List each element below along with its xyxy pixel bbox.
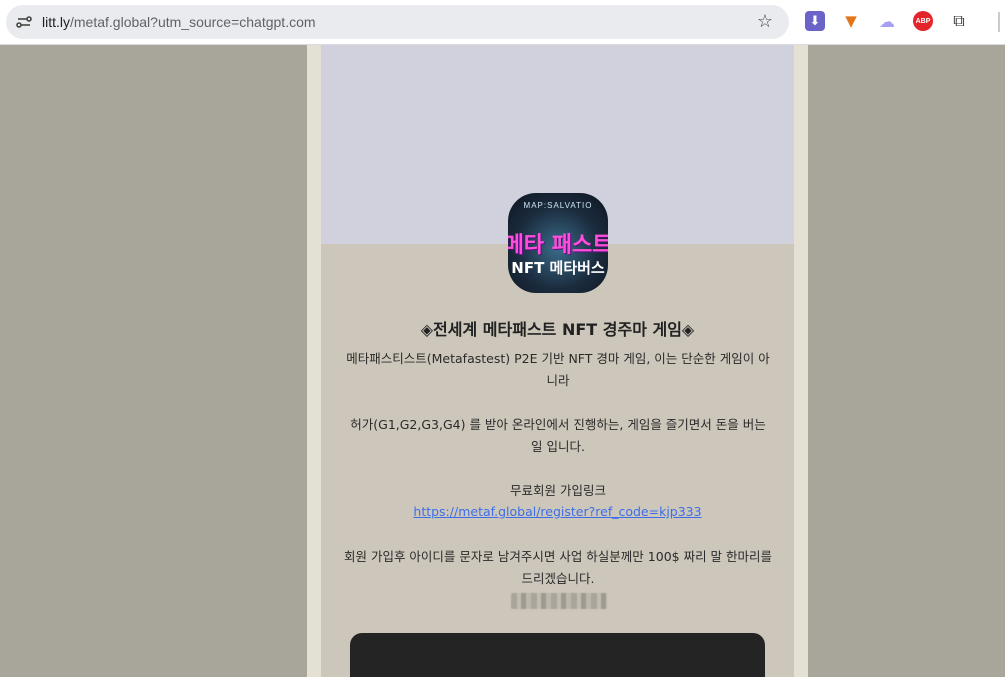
profile-avatar[interactable]: MAP:SALVATIO 메타 패스트 NFT 메타버스	[508, 193, 608, 293]
avatar-bottom-text: NFT 메타버스	[511, 259, 605, 277]
avatar-top-text: MAP:SALVATIO	[523, 201, 593, 210]
profile-card: MAP:SALVATIO 메타 패스트 NFT 메타버스 ◈전세계 메타패스트 …	[321, 45, 794, 677]
signup-label: 무료회원 가입링크	[510, 483, 606, 498]
address-bar[interactable]: litt.ly/metaf.global?utm_source=chatgpt.…	[6, 5, 789, 39]
metamask-fox-icon[interactable]: ▼	[841, 11, 861, 31]
site-info-icon[interactable]	[14, 12, 34, 32]
abp-label: ABP	[915, 17, 931, 25]
page: MAP:SALVATIO 메타 패스트 NFT 메타버스 ◈전세계 메타패스트 …	[0, 45, 1005, 677]
purple-extension-icon[interactable]: ☁	[877, 11, 897, 31]
browser-toolbar: litt.ly/metaf.global?utm_source=chatgpt.…	[0, 0, 1005, 45]
signup-link[interactable]: https://metaf.global/register?ref_code=k…	[321, 504, 794, 519]
page-title: ◈전세계 메타패스트 NFT 경주마 게임◈	[420, 320, 695, 339]
url-path: /metaf.global?utm_source=chatgpt.com	[70, 14, 316, 30]
download-icon[interactable]: ⬇	[805, 11, 825, 31]
description-paragraph-2: 허가(G1,G2,G3,G4) 를 받아 온라인에서 진행하는, 게임을 즐기면…	[350, 417, 766, 454]
description-paragraph-1: 메타패스티스트(Metafastest) P2E 기반 NFT 경마 게임, 이…	[346, 351, 770, 388]
menu-icon[interactable]	[998, 12, 1000, 32]
puzzle-icon[interactable]: ⧉	[949, 11, 969, 31]
url-host: litt.ly	[42, 14, 70, 30]
adblock-plus-icon[interactable]: ABP	[913, 11, 933, 31]
bookmark-star-icon[interactable]: ☆	[754, 11, 776, 33]
blurred-contact	[511, 593, 607, 609]
avatar-mid-text: 메타 패스트	[508, 233, 608, 258]
link-block[interactable]	[350, 633, 765, 677]
description-paragraph-3: 회원 가입후 아이디를 문자로 남겨주시면 사업 하실분께만 100$ 짜리 말…	[343, 549, 773, 586]
url-text[interactable]: litt.ly/metaf.global?utm_source=chatgpt.…	[42, 13, 316, 31]
